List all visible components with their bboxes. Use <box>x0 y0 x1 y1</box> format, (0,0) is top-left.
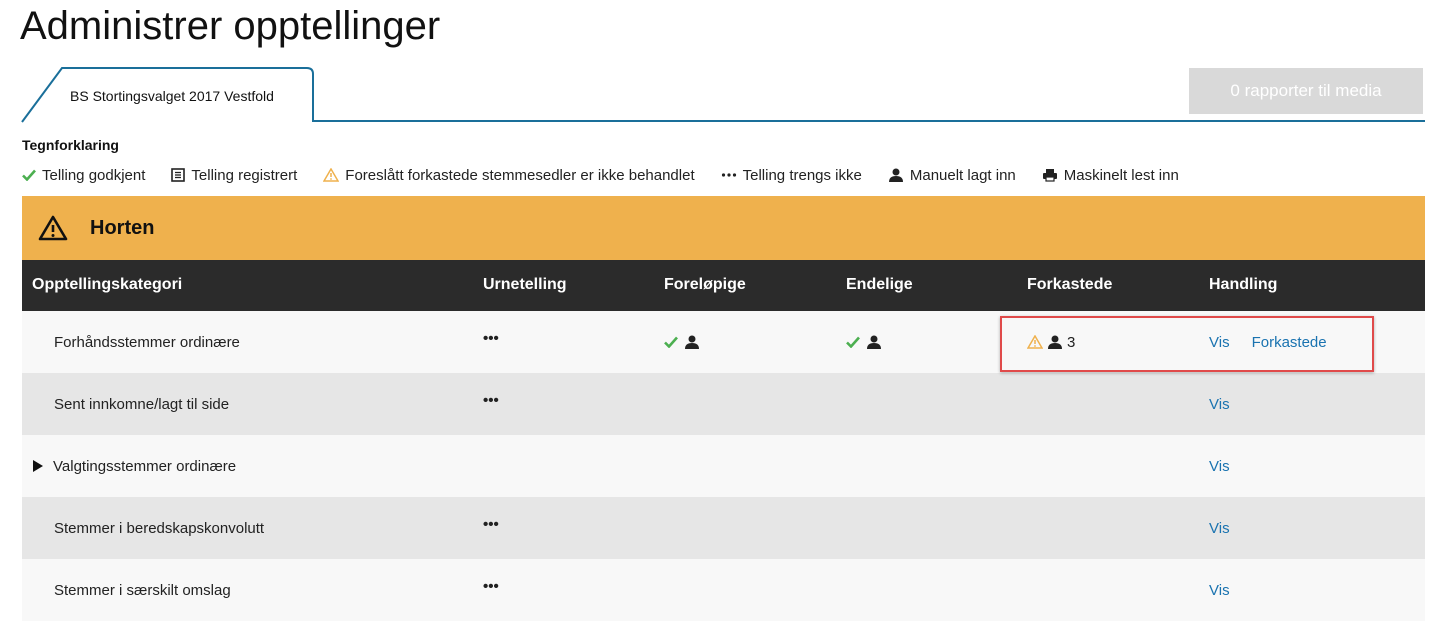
warning-icon <box>1027 335 1043 349</box>
category-cell: Sent innkomne/lagt til side <box>54 395 230 413</box>
category-cell: Stemmer i særskilt omslag <box>54 581 231 599</box>
printer-icon <box>1042 168 1058 182</box>
ellipsis-icon <box>721 172 737 178</box>
action-cell: Vis <box>1209 497 1252 559</box>
legend-item-manual: Manuelt lagt inn <box>888 167 1016 184</box>
table-row: Valgtingsstemmer ordinære Vis <box>22 435 1425 497</box>
check-icon <box>846 336 860 348</box>
table-row: Stemmer i beredskapskonvolutt ••• Vis <box>22 497 1425 559</box>
legend-item-machine: Maskinelt lest inn <box>1042 167 1179 184</box>
section-title: Horten <box>90 216 155 239</box>
legend-label: Foreslått forkastede stemmesedler er ikk… <box>345 166 695 184</box>
column-header: Urnetelling <box>483 276 567 293</box>
check-icon <box>22 169 36 181</box>
table-header: Opptellingskategori Urnetelling Foreløpi… <box>22 260 1425 311</box>
endelige-cell <box>846 311 882 373</box>
warning-icon <box>323 168 340 182</box>
forkastede-cell: 3 <box>1027 311 1075 373</box>
tab-underline <box>312 120 1425 122</box>
urnetelling-cell: ••• <box>483 373 499 435</box>
rejected-count: 3 <box>1067 333 1076 351</box>
column-header: Foreløpige <box>664 276 746 293</box>
table-row: Forhåndsstemmer ordinære ••• 3 Vis Forka… <box>22 311 1425 373</box>
person-icon <box>888 168 904 182</box>
municipality-section: Horten Opptellingskategori Urnetelling F… <box>22 196 1425 621</box>
person-icon <box>867 335 881 349</box>
column-header: Endelige <box>846 276 913 293</box>
media-reports-button[interactable]: 0 rapporter til media <box>1189 68 1423 114</box>
view-link[interactable]: Vis <box>1209 582 1230 599</box>
expand-arrow-icon[interactable] <box>33 460 43 472</box>
page-title: Administrer opptellinger <box>20 4 441 48</box>
category-label: Valgtingsstemmer ordinære <box>53 457 237 475</box>
urnetelling-cell: ••• <box>483 497 499 559</box>
category-cell: Stemmer i beredskapskonvolutt <box>54 519 265 537</box>
legend-label: Telling godkjent <box>42 166 146 184</box>
action-cell: Vis <box>1209 559 1252 621</box>
category-cell[interactable]: Valgtingsstemmer ordinære <box>33 435 236 497</box>
person-icon <box>685 335 699 349</box>
legend-item-rejected-pending: Foreslått forkastede stemmesedler er ikk… <box>323 166 695 184</box>
ellipsis-icon: ••• <box>483 515 499 533</box>
ellipsis-icon: ••• <box>483 577 499 595</box>
person-icon <box>1048 335 1062 349</box>
action-cell: Vis Forkastede <box>1209 311 1349 373</box>
legend-label: Telling trengs ikke <box>742 166 862 184</box>
column-header: Opptellingskategori <box>32 276 183 293</box>
legend-item-not-needed: Telling trengs ikke <box>721 167 862 184</box>
legend-label: Telling registrert <box>191 166 298 184</box>
tab-label: BS Stortingsvalget 2017 Vestfold <box>70 88 274 104</box>
urnetelling-cell: ••• <box>483 311 499 373</box>
legend: Telling godkjent Telling registrert Fore… <box>22 165 1205 185</box>
action-cell: Vis <box>1209 373 1252 435</box>
category-cell: Forhåndsstemmer ordinære <box>54 333 240 351</box>
view-link[interactable]: Vis <box>1209 458 1230 475</box>
ellipsis-icon: ••• <box>483 391 499 409</box>
rejected-link[interactable]: Forkastede <box>1252 334 1327 351</box>
legend-item-registered: Telling registrert <box>171 167 297 184</box>
table-row: Stemmer i særskilt omslag ••• Vis <box>22 559 1425 621</box>
document-icon <box>171 168 186 182</box>
tab-stortingsvalget[interactable]: BS Stortingsvalget 2017 Vestfold <box>20 66 315 123</box>
column-header: Forkastede <box>1027 276 1113 293</box>
warning-icon <box>38 215 68 241</box>
column-header: Handling <box>1209 276 1278 293</box>
view-link[interactable]: Vis <box>1209 396 1230 413</box>
forelopige-cell <box>664 311 700 373</box>
ellipsis-icon: ••• <box>483 329 499 347</box>
legend-label: Maskinelt lest inn <box>1063 166 1179 184</box>
section-header: Horten <box>22 196 1425 260</box>
view-link[interactable]: Vis <box>1209 334 1230 351</box>
legend-title: Tegnforklaring <box>22 137 119 153</box>
action-cell: Vis <box>1209 435 1252 497</box>
table-row: Sent innkomne/lagt til side ••• Vis <box>22 373 1425 435</box>
legend-item-approved: Telling godkjent <box>22 167 145 184</box>
urnetelling-cell: ••• <box>483 559 499 621</box>
check-icon <box>664 336 678 348</box>
view-link[interactable]: Vis <box>1209 520 1230 537</box>
legend-label: Manuelt lagt inn <box>909 166 1016 184</box>
